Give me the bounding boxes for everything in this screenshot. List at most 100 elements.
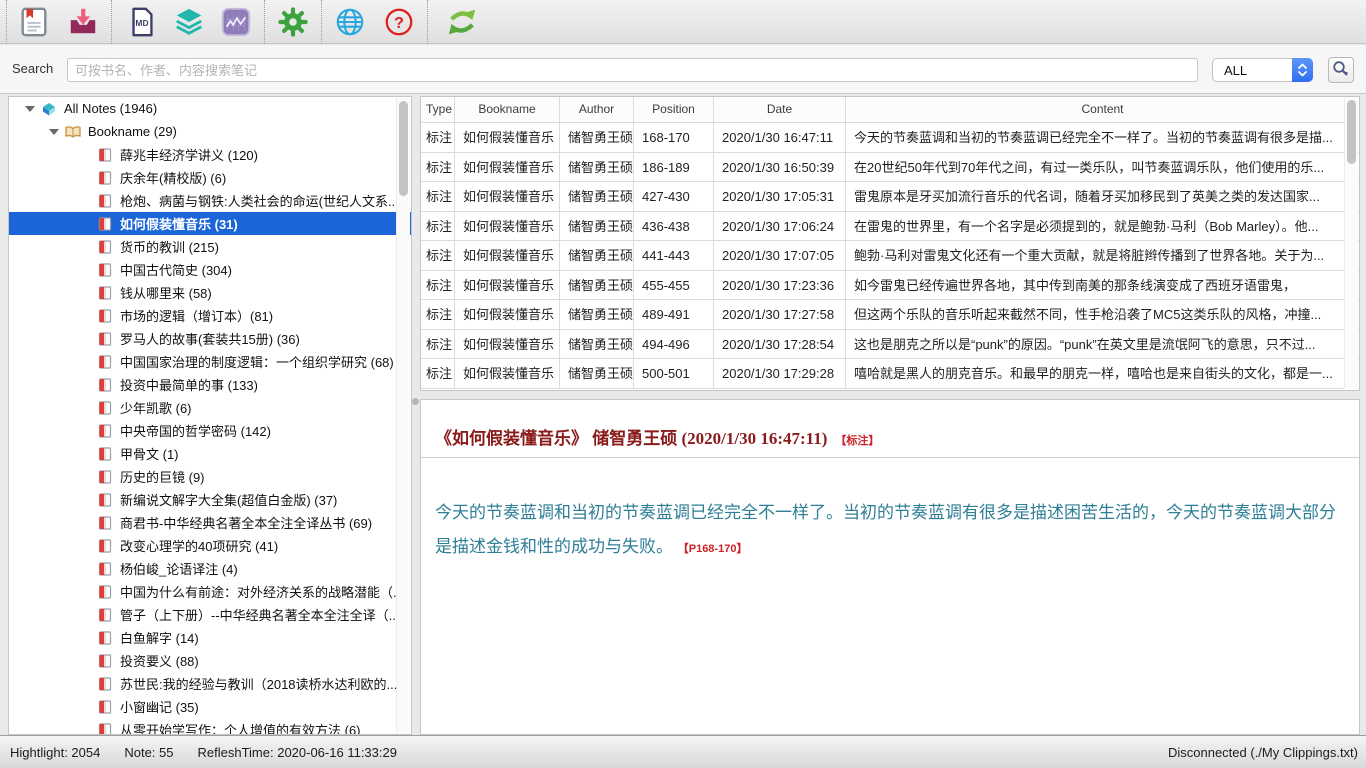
cell-author: 储智勇王硕 (560, 212, 634, 241)
column-header-content[interactable]: Content (846, 97, 1359, 122)
column-header-bookname[interactable]: Bookname (455, 97, 560, 122)
sidebar-book-item[interactable]: 投资中最简单的事 (133) (9, 373, 411, 396)
sidebar-book-item[interactable]: 苏世民:我的经验与教训（2018读桥水达利欧的... (9, 672, 411, 695)
splitter-handle[interactable] (412, 398, 419, 405)
column-header-position[interactable]: Position (634, 97, 714, 122)
sidebar-book-item[interactable]: 白鱼解字 (14) (9, 626, 411, 649)
table-scrollbar-thumb[interactable] (1347, 100, 1356, 164)
status-bar: Hightlight: 2054 Note: 55 RefleshTime: 2… (0, 735, 1366, 768)
red-book-icon (97, 584, 113, 600)
sidebar-book-item[interactable]: 市场的逻辑（增订本）(81) (9, 304, 411, 327)
red-book-icon (97, 331, 113, 347)
red-book-icon (97, 400, 113, 416)
table-row[interactable]: 标注 如何假装懂音乐 储智勇王硕 489-491 2020/1/30 17:27… (421, 300, 1359, 330)
sidebar-book-item[interactable]: 投资要义 (88) (9, 649, 411, 672)
column-header-date[interactable]: Date (714, 97, 846, 122)
note-type-badge: 【标注】 (835, 435, 879, 447)
sidebar-book-item[interactable]: 中国为什么有前途：对外经济关系的战略潜能（... (9, 580, 411, 603)
help-button[interactable]: ? (380, 3, 418, 41)
sidebar-book-item[interactable]: 商君书-中华经典名著全本全注全译丛书 (69) (9, 511, 411, 534)
sidebar-book-item[interactable]: 如何假装懂音乐 (31) (9, 212, 411, 235)
markdown-export-button[interactable]: MD (123, 3, 161, 41)
sidebar-book-item[interactable]: 新编说文解字大全集(超值白金版) (37) (9, 488, 411, 511)
sidebar-book-item[interactable]: 庆余年(精校版) (6) (9, 166, 411, 189)
app-window: MD (0, 0, 1366, 768)
web-button[interactable] (331, 3, 369, 41)
cell-bookname: 如何假装懂音乐 (455, 153, 560, 182)
book-label: 改变心理学的40项研究 (41) (120, 536, 278, 555)
table-row[interactable]: 标注 如何假装懂音乐 储智勇王硕 436-438 2020/1/30 17:06… (421, 212, 1359, 242)
sidebar-book-item[interactable]: 改变心理学的40项研究 (41) (9, 534, 411, 557)
cell-author: 储智勇王硕 (560, 182, 634, 211)
refresh-button[interactable] (443, 3, 481, 41)
notes-button[interactable] (15, 3, 53, 41)
notes-icon (18, 6, 50, 38)
table-row[interactable]: 标注 如何假装懂音乐 储智勇王硕 441-443 2020/1/30 17:07… (421, 241, 1359, 271)
sidebar-book-item[interactable]: 枪炮、病菌与钢铁:人类社会的命运(世纪人文系... (9, 189, 411, 212)
cell-position: 168-170 (634, 123, 714, 152)
settings-button[interactable] (274, 3, 312, 41)
table-scrollbar[interactable] (1344, 98, 1358, 389)
search-bar: Search ALL (0, 45, 1366, 94)
red-book-icon (97, 147, 113, 163)
layers-button[interactable] (170, 3, 208, 41)
column-header-author[interactable]: Author (560, 97, 634, 122)
disclosure-triangle-icon[interactable] (49, 129, 59, 135)
statistics-button[interactable] (217, 3, 255, 41)
import-button[interactable] (64, 3, 102, 41)
cell-position: 427-430 (634, 182, 714, 211)
disclosure-triangle-icon[interactable] (25, 106, 35, 112)
sidebar-book-item[interactable]: 货币的教训 (215) (9, 235, 411, 258)
sidebar-book-item[interactable]: 从零开始学写作：个人增值的有效方法 (6) (9, 718, 411, 735)
search-go-button[interactable] (1328, 57, 1354, 83)
red-book-icon (97, 607, 113, 623)
sidebar-scrollbar-thumb[interactable] (399, 101, 408, 196)
cell-bookname: 如何假装懂音乐 (455, 241, 560, 270)
cell-position: 500-501 (634, 359, 714, 388)
sidebar-item-bookname[interactable]: Bookname (29) (9, 120, 411, 143)
table-row[interactable]: 标注 如何假装懂音乐 储智勇王硕 500-501 2020/1/30 17:29… (421, 359, 1359, 389)
sidebar-book-item[interactable]: 少年凯歌 (6) (9, 396, 411, 419)
table-row[interactable]: 标注 如何假装懂音乐 储智勇王硕 427-430 2020/1/30 17:05… (421, 182, 1359, 212)
book-label: 管子（上下册）--中华经典名著全本全注全译（... (120, 605, 400, 624)
cell-type: 标注 (421, 241, 455, 270)
sidebar-book-item[interactable]: 管子（上下册）--中华经典名著全本全注全译（... (9, 603, 411, 626)
toolbar-separator (6, 0, 7, 44)
note-position-badge: 【P168-170】 (678, 543, 748, 555)
cell-position: 455-455 (634, 271, 714, 300)
sidebar-book-item[interactable]: 薛兆丰经济学讲义 (120) (9, 143, 411, 166)
column-header-type[interactable]: Type (421, 97, 455, 122)
sidebar-book-item[interactable]: 历史的巨镜 (9) (9, 465, 411, 488)
sidebar-item-all-notes[interactable]: All Notes (1946) (9, 97, 411, 120)
table-row[interactable]: 标注 如何假装懂音乐 储智勇王硕 494-496 2020/1/30 17:28… (421, 330, 1359, 360)
sidebar-book-item[interactable]: 钱从哪里来 (58) (9, 281, 411, 304)
cell-content: 雷鬼原本是牙买加流行音乐的代名词，随着牙买加移民到了英美之类的发达国家... (846, 182, 1359, 211)
table-row[interactable]: 标注 如何假装懂音乐 储智勇王硕 455-455 2020/1/30 17:23… (421, 271, 1359, 301)
red-book-icon (97, 377, 113, 393)
sidebar-book-item[interactable]: 杨伯峻_论语译注 (4) (9, 557, 411, 580)
red-book-icon (97, 423, 113, 439)
sidebar-book-item[interactable]: 中国古代简史 (304) (9, 258, 411, 281)
table-row[interactable]: 标注 如何假装懂音乐 储智勇王硕 168-170 2020/1/30 16:47… (421, 123, 1359, 153)
detail-divider (421, 457, 1359, 458)
red-book-icon (97, 239, 113, 255)
sidebar-book-item[interactable]: 中国国家治理的制度逻辑：一个组织学研究 (68) (9, 350, 411, 373)
sidebar-scrollbar[interactable] (396, 98, 410, 735)
sidebar-book-item[interactable]: 罗马人的故事(套装共15册) (36) (9, 327, 411, 350)
book-label: 如何假装懂音乐 (31) (120, 214, 238, 233)
filter-dropdown[interactable]: ALL (1212, 58, 1313, 82)
search-input[interactable] (67, 58, 1198, 82)
note-count: Note: 55 (124, 745, 173, 760)
red-book-icon (97, 446, 113, 462)
sidebar-book-item[interactable]: 中央帝国的哲学密码 (142) (9, 419, 411, 442)
sidebar-book-item[interactable]: 小窗幽记 (35) (9, 695, 411, 718)
cell-content: 鲍勃·马利对雷鬼文化还有一个重大贡献，就是将脏辫传播到了世界各地。关于为... (846, 241, 1359, 270)
toolbar-separator (111, 0, 112, 44)
notes-table: Type Bookname Author Position Date Conte… (420, 96, 1360, 391)
cell-type: 标注 (421, 182, 455, 211)
cell-bookname: 如何假装懂音乐 (455, 212, 560, 241)
table-row[interactable]: 标注 如何假装懂音乐 储智勇王硕 186-189 2020/1/30 16:50… (421, 153, 1359, 183)
book-label: 中央帝国的哲学密码 (142) (120, 421, 271, 440)
all-notes-label: All Notes (1946) (64, 101, 157, 116)
sidebar-book-item[interactable]: 甲骨文 (1) (9, 442, 411, 465)
